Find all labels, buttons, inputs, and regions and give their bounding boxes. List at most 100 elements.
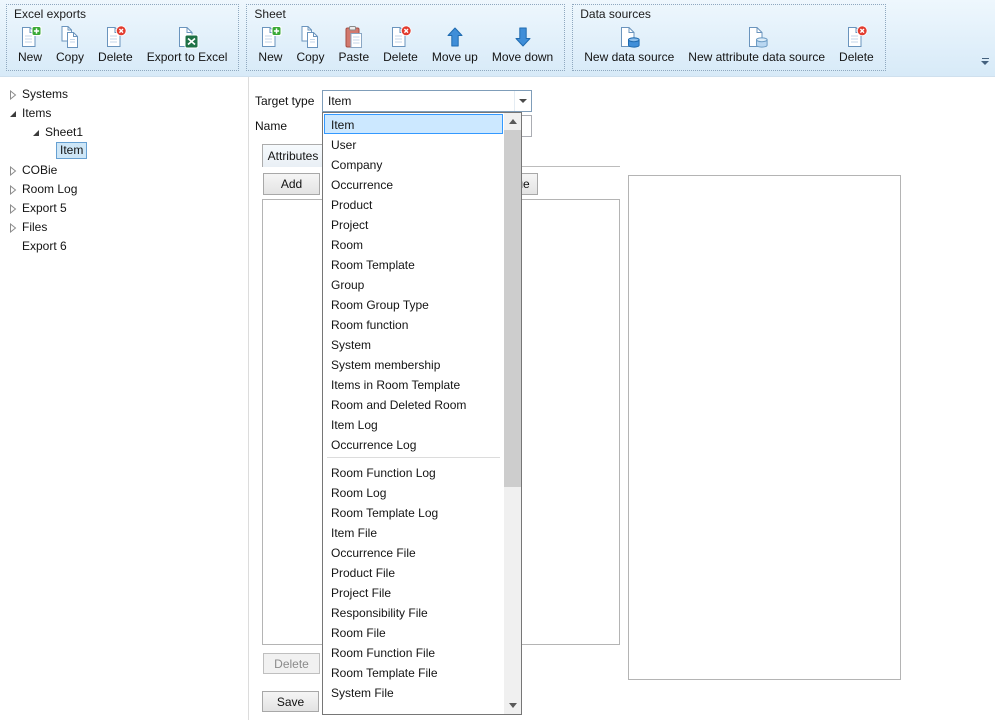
dropdown-option[interactable]: User <box>324 134 503 154</box>
toolbar-ribbon: Excel exports New Copy Delete Export to … <box>0 0 995 77</box>
ribbon-button-label: New <box>258 50 282 64</box>
dropdown-option[interactable]: Room Template File <box>324 662 503 682</box>
tree-item-label: Systems <box>22 87 68 101</box>
move-down-icon <box>511 25 535 49</box>
chevron-down-icon <box>981 61 989 65</box>
ribbon-button-label: Copy <box>56 50 84 64</box>
ribbon-excel-delete-button[interactable]: Delete <box>91 23 140 66</box>
tab-attributes[interactable]: Attributes <box>262 144 324 167</box>
target-type-label: Target type <box>255 94 314 108</box>
ribbon-button-label: Export to Excel <box>147 50 228 64</box>
dropdown-option[interactable]: Item Log <box>324 414 503 434</box>
dropdown-option[interactable]: Project <box>324 214 503 234</box>
expand-arrow-icon[interactable] <box>8 203 18 213</box>
dropdown-option[interactable]: Room <box>324 234 503 254</box>
dropdown-option[interactable]: Occurrence Log <box>324 434 503 454</box>
tree-item-label: Item <box>56 142 87 159</box>
tree-item-label: Room Log <box>22 182 77 196</box>
dropdown-option[interactable]: System membership <box>324 354 503 374</box>
dropdown-option[interactable]: Company <box>324 154 503 174</box>
dropdown-option[interactable]: Room function <box>324 314 503 334</box>
dropdown-scrollbar[interactable] <box>504 113 521 714</box>
save-button[interactable]: Save <box>262 691 319 712</box>
button-label: Add <box>281 177 302 191</box>
ribbon-new-data-source-button[interactable]: New data source <box>577 23 681 66</box>
new-document-icon <box>258 25 282 49</box>
add-button[interactable]: Add <box>263 173 320 195</box>
dropdown-option[interactable]: Room Function File <box>324 642 503 662</box>
tree-item-items[interactable]: Items <box>0 103 248 122</box>
dropdown-option[interactable]: Responsibility File <box>324 602 503 622</box>
new-document-icon <box>18 25 42 49</box>
collapse-arrow-icon[interactable] <box>31 127 41 137</box>
dropdown-option[interactable]: Product <box>324 194 503 214</box>
dropdown-option[interactable]: Product File <box>324 562 503 582</box>
ribbon-excel-new-button[interactable]: New <box>11 23 49 66</box>
dropdown-option[interactable]: Room Log <box>324 482 503 502</box>
tab-label: Attributes <box>268 149 319 163</box>
dropdown-option[interactable]: Room Template Log <box>324 502 503 522</box>
tree-item-label: COBie <box>22 163 57 177</box>
ribbon-sheet-new-button[interactable]: New <box>251 23 289 66</box>
delete-button[interactable]: Delete <box>263 653 320 674</box>
group-sheet: Sheet New Copy Paste Delete Move up <box>246 4 565 71</box>
name-label: Name <box>255 119 287 133</box>
scroll-down-button[interactable] <box>504 697 521 714</box>
dropdown-option-selected[interactable]: Item <box>324 114 503 134</box>
expand-arrow-icon[interactable] <box>8 165 18 175</box>
combobox-dropdown-button[interactable] <box>514 91 531 111</box>
tree-item-room-log[interactable]: Room Log <box>0 179 248 198</box>
ribbon-new-attribute-data-source-button[interactable]: New attribute data source <box>681 23 832 66</box>
dropdown-option[interactable]: Room Template <box>324 254 503 274</box>
dropdown-option[interactable]: Group <box>324 274 503 294</box>
ribbon-sheet-delete-button[interactable]: Delete <box>376 23 425 66</box>
dropdown-option[interactable]: System File <box>324 682 503 702</box>
ribbon-button-label: Move up <box>432 50 478 64</box>
tree-item-files[interactable]: Files <box>0 217 248 236</box>
tree-item-export-5[interactable]: Export 5 <box>0 198 248 217</box>
dropdown-option[interactable]: Items in Room Template <box>324 374 503 394</box>
chevron-down-icon <box>509 703 517 708</box>
tree-item-label: Files <box>22 220 47 234</box>
tree-item-item-selected[interactable]: Item <box>0 141 248 160</box>
dropdown-option[interactable]: Room File <box>324 622 503 642</box>
tree-item-systems[interactable]: Systems <box>0 84 248 103</box>
navigation-tree: Systems Items Sheet1 Item COBie Room Log… <box>0 77 248 720</box>
ribbon-sheet-copy-button[interactable]: Copy <box>289 23 331 66</box>
ribbon-data-source-delete-button[interactable]: Delete <box>832 23 881 66</box>
ribbon-move-down-button[interactable]: Move down <box>485 23 560 66</box>
dropdown-option[interactable]: Room and Deleted Room <box>324 394 503 414</box>
tree-item-export-6[interactable]: Export 6 <box>0 236 248 255</box>
overflow-bar-icon <box>982 58 989 59</box>
values-panel[interactable] <box>628 175 901 680</box>
scrollbar-track[interactable] <box>504 130 521 697</box>
ribbon-export-to-excel-button[interactable]: Export to Excel <box>140 23 235 66</box>
button-label: Delete <box>274 657 309 671</box>
dropdown-option[interactable]: Occurrence <box>324 174 503 194</box>
expand-arrow-icon[interactable] <box>8 222 18 232</box>
tree-item-sheet1[interactable]: Sheet1 <box>0 122 248 141</box>
dropdown-separator <box>324 454 503 462</box>
dropdown-option[interactable]: Item File <box>324 522 503 542</box>
expand-arrow-icon[interactable] <box>8 89 18 99</box>
collapse-arrow-icon[interactable] <box>8 108 18 118</box>
ribbon-move-up-button[interactable]: Move up <box>425 23 485 66</box>
dropdown-option[interactable]: System <box>324 334 503 354</box>
toolbar-overflow-button[interactable] <box>979 58 991 70</box>
target-type-combobox[interactable]: Item <box>322 90 532 112</box>
expand-arrow-icon[interactable] <box>8 184 18 194</box>
tree-item-cobie[interactable]: COBie <box>0 160 248 179</box>
ribbon-sheet-paste-button[interactable]: Paste <box>331 23 376 66</box>
ribbon-excel-copy-button[interactable]: Copy <box>49 23 91 66</box>
dropdown-option[interactable]: Occurrence File <box>324 542 503 562</box>
dropdown-option[interactable]: Room Function Log <box>324 462 503 482</box>
delete-document-icon <box>844 25 868 49</box>
scrollbar-thumb[interactable] <box>504 130 521 487</box>
scroll-up-button[interactable] <box>504 113 521 130</box>
dropdown-option[interactable]: Project File <box>324 582 503 602</box>
new-attribute-data-source-icon <box>745 25 769 49</box>
ribbon-button-label: New data source <box>584 50 674 64</box>
delete-document-icon <box>388 25 412 49</box>
dropdown-option[interactable]: Room Group Type <box>324 294 503 314</box>
paste-icon <box>342 25 366 49</box>
